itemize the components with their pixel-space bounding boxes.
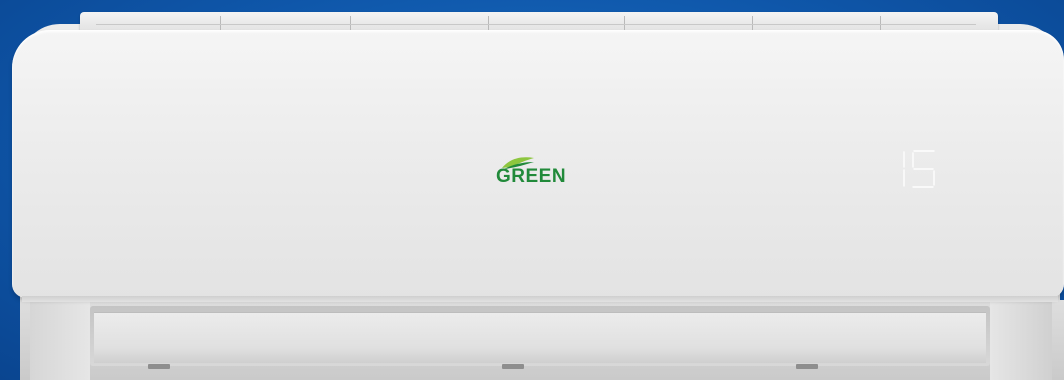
- louver-tab: [796, 364, 818, 369]
- brand-logo: GREEN: [496, 156, 576, 188]
- air-conditioner-unit: GREEN: [0, 0, 1064, 380]
- louver-tab: [502, 364, 524, 369]
- left-side-cap: [30, 300, 90, 380]
- seven-segment-digits: [903, 150, 935, 188]
- louver-tab: [148, 364, 170, 369]
- temperature-display: [896, 148, 940, 190]
- grille-line: [96, 24, 976, 25]
- brand-logo-text: GREEN: [496, 166, 567, 187]
- right-side-cap: [990, 300, 1052, 380]
- air-louver-flap: [94, 312, 986, 363]
- panel-bottom-edge: [22, 296, 1058, 302]
